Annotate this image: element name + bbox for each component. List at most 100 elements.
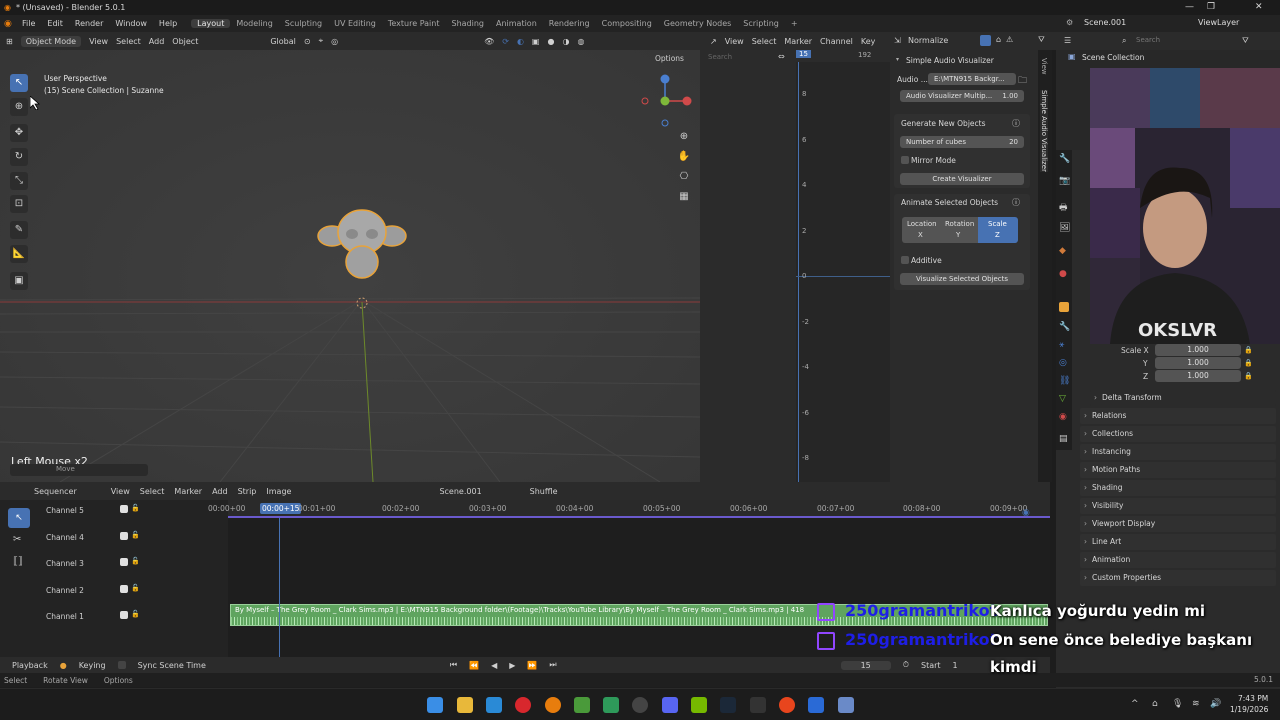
pan-hand-icon[interactable]: ✋ — [676, 149, 692, 165]
app-icon[interactable] — [574, 697, 590, 713]
graph-editor-type-icon[interactable]: ↗ — [710, 37, 717, 46]
channel-mute-checkbox[interactable] — [120, 558, 128, 566]
minimize-button[interactable]: — — [1185, 0, 1194, 15]
filter-icon[interactable]: ⛛ — [1242, 36, 1249, 46]
gizmo-toggle-icon[interactable]: ⟳ — [502, 37, 509, 46]
seq-menu-marker[interactable]: Marker — [174, 487, 202, 496]
section-line-art[interactable]: Line Art — [1080, 534, 1276, 550]
help-icon[interactable]: ⓘ — [1012, 197, 1020, 208]
material-tab-icon[interactable]: ◉ — [1059, 412, 1067, 422]
viewport-menu-object[interactable]: Object — [172, 37, 198, 46]
data-tab-icon[interactable]: ▽ — [1059, 394, 1066, 404]
texture-tab-icon[interactable]: ▤ — [1059, 434, 1068, 444]
viewport-menu-view[interactable]: View — [89, 37, 108, 46]
section-visibility[interactable]: Visibility — [1080, 498, 1276, 514]
tool-transform[interactable]: ⊡ — [10, 195, 28, 213]
constraints-tab-icon[interactable]: ⛓ — [1059, 376, 1070, 386]
filter-icon[interactable]: ⛛ — [1038, 35, 1045, 45]
lock-icon[interactable]: 🔓 — [131, 557, 140, 565]
lock-icon[interactable]: 🔓 — [131, 610, 140, 618]
start-menu-icon[interactable] — [427, 697, 443, 713]
workspace-tab-scripting[interactable]: Scripting — [737, 19, 785, 28]
filter-selected-icon[interactable] — [980, 35, 991, 46]
obs-icon[interactable] — [632, 697, 648, 713]
seq-menu-add[interactable]: Add — [212, 487, 228, 496]
ea-app-icon[interactable] — [779, 697, 795, 713]
shading-material-icon[interactable]: ◑ — [562, 37, 569, 46]
workspace-tab-animation[interactable]: Animation — [490, 19, 543, 28]
maximize-button[interactable]: ❐ — [1207, 0, 1215, 15]
normalize-toggle[interactable]: Normalize — [908, 36, 948, 45]
delta-transform-section[interactable]: Delta Transform — [1090, 390, 1276, 406]
channel-mute-checkbox[interactable] — [120, 532, 128, 540]
add-workspace-button[interactable]: + — [785, 19, 804, 28]
tool-cursor[interactable]: ⊕ — [10, 98, 28, 116]
workspace-tab-shading[interactable]: Shading — [445, 19, 490, 28]
world-tab-icon[interactable]: ● — [1059, 269, 1067, 279]
section-custom-properties[interactable]: Custom Properties — [1080, 570, 1276, 586]
start-frame-field[interactable]: 1 — [953, 661, 958, 670]
discord-icon[interactable] — [662, 697, 678, 713]
scene-collection-item[interactable]: Scene Collection — [1082, 53, 1144, 62]
viewport-menu-add[interactable]: Add — [149, 37, 165, 46]
3d-viewport[interactable]: ⊞ Object Mode View Select Add Object Glo… — [0, 32, 700, 482]
steam-icon[interactable] — [720, 697, 736, 713]
tool-measure[interactable]: 📐 — [10, 245, 28, 263]
section-instancing[interactable]: Instancing — [1080, 444, 1276, 460]
physics-tab-icon[interactable]: ◎ — [1059, 358, 1067, 368]
cubes-field[interactable]: Number of cubes 20 — [900, 136, 1024, 148]
graph-menu-select[interactable]: Select — [752, 37, 777, 46]
section-motion-paths[interactable]: Motion Paths — [1080, 462, 1276, 478]
graph-editor[interactable]: ↗ View Select Marker Channel Key Search … — [700, 32, 890, 482]
lock-icon[interactable]: 🔒 — [1244, 346, 1253, 354]
graph-menu-marker[interactable]: Marker — [784, 37, 812, 46]
output-tab-icon[interactable]: 🖶 — [1059, 200, 1068, 216]
section-relations[interactable]: Relations — [1080, 408, 1276, 424]
proportional-edit-icon[interactable]: ◎ — [331, 37, 338, 46]
menu-edit[interactable]: Edit — [41, 19, 69, 28]
seq-scene-selector[interactable]: Scene.001 — [439, 487, 481, 496]
additive-checkbox[interactable] — [901, 256, 909, 264]
close-button[interactable]: ✕ — [1255, 0, 1263, 15]
settings-app-icon[interactable] — [838, 697, 854, 713]
overlay-icon[interactable]: ◐ — [517, 37, 524, 46]
visualize-selected-button[interactable]: Visualize Selected Objects — [900, 273, 1024, 285]
sequencer-editor-selector[interactable]: Sequencer — [34, 487, 77, 496]
warning-icon[interactable]: ⚠ — [1006, 35, 1013, 44]
lock-icon[interactable]: 🔒 — [1244, 372, 1253, 380]
nvidia-icon[interactable] — [691, 697, 707, 713]
play-reverse-icon[interactable]: ◀ — [491, 661, 497, 670]
current-frame-field[interactable]: 15 — [840, 660, 891, 670]
lock-icon[interactable]: 🔓 — [131, 531, 140, 539]
xray-icon[interactable]: ▣ — [532, 37, 540, 46]
play-icon[interactable]: ▶ — [509, 661, 515, 670]
swap-icon[interactable]: ⇔ — [778, 52, 785, 61]
viewport-menu-select[interactable]: Select — [116, 37, 141, 46]
view-layer-selector[interactable]: ViewLayer — [1198, 18, 1239, 27]
graph-current-frame[interactable]: 15 — [796, 50, 811, 58]
outliner-editor-icon[interactable]: ☰ — [1064, 36, 1071, 45]
sync-checkbox[interactable] — [117, 661, 126, 669]
tab-view[interactable]: View — [1040, 58, 1048, 75]
tool-rotate[interactable]: ↻ — [10, 148, 28, 166]
multiplier-field[interactable]: Audio Visualizer Multip... 1.00 — [900, 90, 1024, 102]
zoom-icon[interactable]: ⊕ — [676, 129, 692, 145]
scale-x-field[interactable]: 1.000 — [1155, 344, 1241, 356]
section-viewport-display[interactable]: Viewport Display — [1080, 516, 1276, 532]
tool-annotate[interactable]: ✎ — [10, 221, 28, 239]
channel-mute-checkbox[interactable] — [120, 611, 128, 619]
options-dropdown[interactable]: Options — [655, 54, 684, 63]
channel-mute-checkbox[interactable] — [120, 505, 128, 513]
menu-help[interactable]: Help — [153, 19, 183, 28]
tray-chevron-icon[interactable]: ^ — [1131, 699, 1139, 709]
workspace-tab-geometry-nodes[interactable]: Geometry Nodes — [658, 19, 737, 28]
folder-icon[interactable]: 🗀 — [1018, 73, 1027, 89]
scale-y-field[interactable]: 1.000 — [1155, 357, 1241, 369]
slip-tool-icon[interactable]: ⟦⟧ — [13, 556, 23, 567]
volume-icon[interactable]: 🔊 — [1210, 699, 1221, 709]
mirror-checkbox[interactable] — [901, 156, 909, 164]
rotation-toggle[interactable]: Rotation Y — [940, 217, 978, 243]
workspace-tab-layout[interactable]: Layout — [191, 19, 231, 28]
scale-z-field[interactable]: 1.000 — [1155, 370, 1241, 382]
overlay-toggle-icon[interactable]: ◉ — [1022, 508, 1030, 518]
